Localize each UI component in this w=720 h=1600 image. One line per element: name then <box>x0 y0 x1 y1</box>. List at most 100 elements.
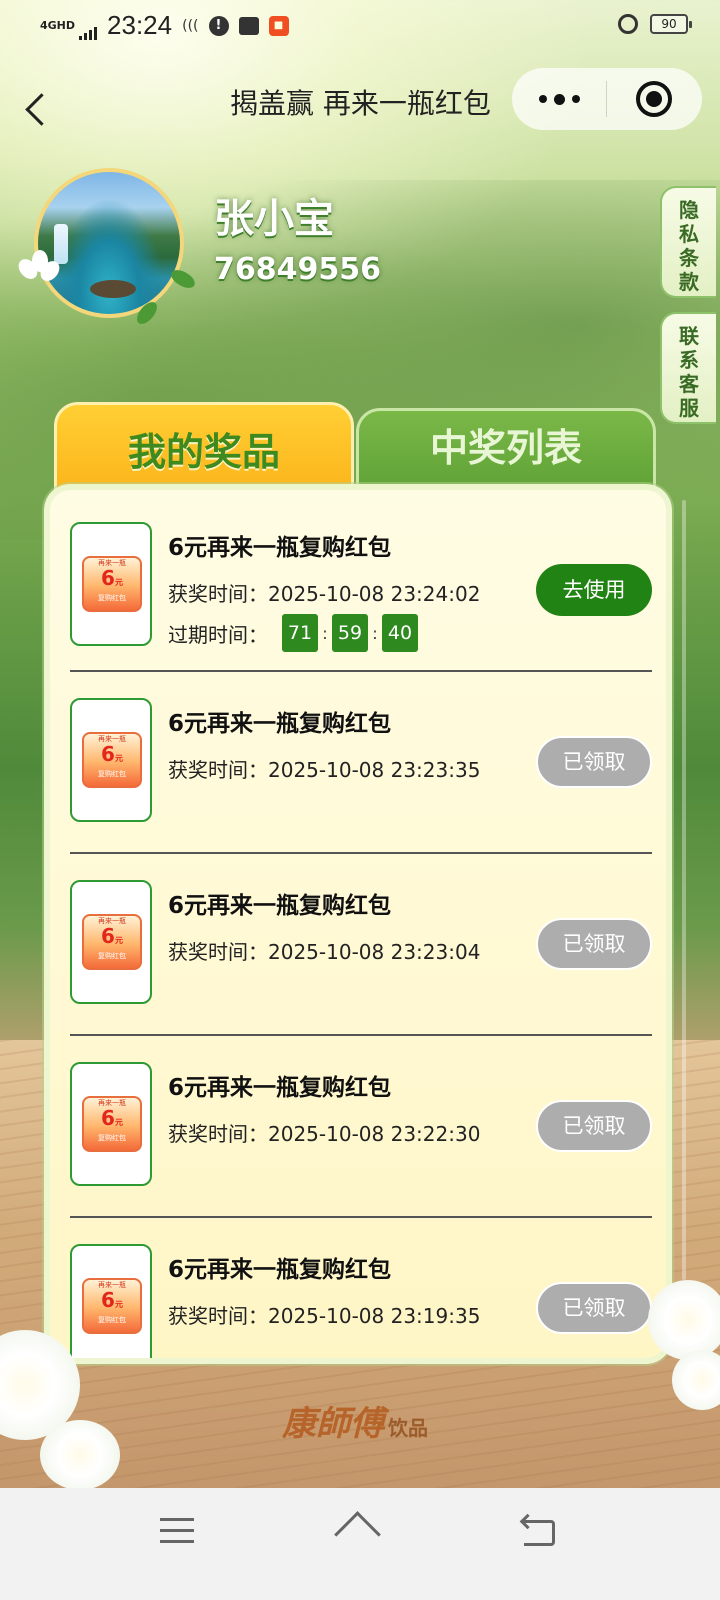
prize-item: 再来一瓶 6元 复购红包 6元再来一瓶复购红包 获奖时间：2025-10-08 … <box>70 672 652 854</box>
brand-logo: 康師傅 饮品 <box>282 1396 428 1445</box>
side-tab-char: 服 <box>679 396 699 420</box>
avatar <box>34 168 184 318</box>
time-value: 2025-10-08 23:22:30 <box>268 1122 481 1146</box>
coupon-unit: 元 <box>114 936 123 945</box>
side-tab-char: 款 <box>679 270 699 294</box>
jasmine-flower-icon <box>40 1420 120 1490</box>
side-tab-char: 客 <box>679 372 699 396</box>
claimed-button[interactable]: 已领取 <box>536 1100 652 1152</box>
prize-item: 再来一瓶 6元 复购红包 6元再来一瓶复购红包 获奖时间：2025-10-08 … <box>70 1036 652 1218</box>
jasmine-flower-icon <box>648 1280 720 1360</box>
coupon-unit: 元 <box>114 754 123 763</box>
prize-time: 获奖时间：2025-10-08 23:23:35 <box>168 754 480 783</box>
red-packet-coupon-icon: 再来一瓶 6元 复购红包 <box>82 1278 142 1334</box>
target-close-icon <box>636 81 672 117</box>
prize-item: 再来一瓶 6元 复购红包 6元再来一瓶复购红包 获奖时间：2025-10-08 … <box>70 1218 652 1358</box>
prize-item: 再来一瓶 6元 复购红包 6元再来一瓶复购红包 获奖时间：2025-10-08 … <box>70 854 652 1036</box>
back-icon[interactable] <box>520 1514 560 1546</box>
claimed-button[interactable]: 已领取 <box>536 1282 652 1334</box>
prize-thumbnail: 再来一瓶 6元 复购红包 <box>70 698 152 822</box>
time-value: 2025-10-08 23:24:02 <box>268 582 481 606</box>
red-packet-coupon-icon: 再来一瓶 6元 复购红包 <box>82 914 142 970</box>
coupon-bottom-text: 复购红包 <box>98 770 126 778</box>
alert-icon: ! <box>208 15 229 36</box>
signal-icon <box>79 26 98 40</box>
back-button[interactable] <box>18 88 62 132</box>
wifi-call-icon: ((( <box>182 17 199 34</box>
side-tab-char: 联 <box>679 324 699 348</box>
coupon-amount: 6 <box>101 1288 115 1312</box>
countdown-minutes: 59 <box>332 614 368 652</box>
red-packet-coupon-icon: 再来一瓶 6元 复购红包 <box>82 732 142 788</box>
time-label: 获奖时间： <box>168 1304 268 1328</box>
coupon-bottom-text: 复购红包 <box>98 1316 126 1324</box>
user-name: 张小宝 <box>214 196 334 242</box>
privacy-policy-tab[interactable]: 隐 私 条 款 <box>660 186 716 298</box>
prize-list-panel[interactable]: 再来一瓶 6元 复购红包 6元再来一瓶复购红包 获奖时间：2025-10-08 … <box>44 484 672 1364</box>
mini-program-capsule <box>512 68 702 130</box>
side-tab-char: 私 <box>679 222 699 246</box>
time-label: 获奖时间： <box>168 758 268 782</box>
app-icon: ■ <box>268 15 289 36</box>
clock: 23:24 <box>107 10 173 40</box>
claimed-button[interactable]: 已领取 <box>536 736 652 788</box>
menu-icon[interactable] <box>160 1516 196 1546</box>
network-type: 4GHD <box>40 19 76 32</box>
system-navigation-bar <box>0 1488 720 1600</box>
mail-icon <box>238 16 259 35</box>
coupon-unit: 元 <box>114 1118 123 1127</box>
expiry-label: 过期时间： <box>168 622 268 647</box>
claimed-button[interactable]: 已领取 <box>536 918 652 970</box>
close-mini-program-button[interactable] <box>607 68 701 130</box>
user-id: 76849556 <box>214 252 381 287</box>
use-button[interactable]: 去使用 <box>536 564 652 616</box>
prize-thumbnail: 再来一瓶 6元 复购红包 <box>70 1244 152 1358</box>
prize-time: 获奖时间：2025-10-08 23:23:04 <box>168 936 480 965</box>
status-bar: 4GHD 23:24 ((( ! ■ 90 <box>0 0 720 56</box>
time-label: 获奖时间： <box>168 1122 268 1146</box>
scrollbar[interactable] <box>682 500 686 1280</box>
prize-thumbnail: 再来一瓶 6元 复购红包 <box>70 522 152 646</box>
alarm-icon <box>618 14 638 34</box>
prize-time: 获奖时间：2025-10-08 23:22:30 <box>168 1118 480 1147</box>
prize-time: 获奖时间：2025-10-08 23:19:35 <box>168 1300 480 1329</box>
countdown-seconds: 40 <box>382 614 418 652</box>
brand-name: 康師傅 <box>282 1404 384 1444</box>
brand-sub: 饮品 <box>388 1416 428 1440</box>
countdown-separator: : <box>372 623 378 643</box>
coupon-bottom-text: 复购红包 <box>98 594 126 602</box>
prize-item: 再来一瓶 6元 复购红包 6元再来一瓶复购红包 获奖时间：2025-10-08 … <box>70 490 652 672</box>
time-label: 获奖时间： <box>168 940 268 964</box>
more-dots-icon[interactable] <box>512 68 606 130</box>
coupon-amount: 6 <box>101 742 115 766</box>
side-tab-char: 系 <box>679 348 699 372</box>
coupon-amount: 6 <box>101 924 115 948</box>
prize-title: 6元再来一瓶复购红包 <box>168 1257 392 1283</box>
coupon-amount: 6 <box>101 566 115 590</box>
side-tab-char: 条 <box>679 246 699 270</box>
red-packet-coupon-icon: 再来一瓶 6元 复购红包 <box>82 556 142 612</box>
coupon-unit: 元 <box>114 578 123 587</box>
prize-thumbnail: 再来一瓶 6元 复购红包 <box>70 880 152 1004</box>
prize-title: 6元再来一瓶复购红包 <box>168 893 392 919</box>
battery-icon: 90 <box>650 14 692 34</box>
side-tab-char: 隐 <box>679 198 699 222</box>
countdown-separator: : <box>322 623 328 643</box>
prize-title: 6元再来一瓶复购红包 <box>168 711 392 737</box>
coupon-amount: 6 <box>101 1106 115 1130</box>
home-icon[interactable] <box>332 1510 382 1550</box>
coupon-bottom-text: 复购红包 <box>98 952 126 960</box>
time-label: 获奖时间： <box>168 582 268 606</box>
coupon-unit: 元 <box>114 1300 123 1309</box>
coupon-bottom-text: 复购红包 <box>98 1134 126 1142</box>
prize-time: 获奖时间：2025-10-08 23:24:02 <box>168 578 480 607</box>
contact-service-tab[interactable]: 联 系 客 服 <box>660 312 716 424</box>
flower-decoration-icon <box>14 250 64 290</box>
time-value: 2025-10-08 23:23:35 <box>268 758 481 782</box>
expiry-countdown: 过期时间： 71 : 59 : 40 <box>168 614 418 652</box>
prize-title: 6元再来一瓶复购红包 <box>168 1075 392 1101</box>
avatar-rock <box>90 280 136 298</box>
red-packet-coupon-icon: 再来一瓶 6元 复购红包 <box>82 1096 142 1152</box>
page-title: 揭盖赢 再来一瓶红包 <box>230 87 491 120</box>
prize-title: 6元再来一瓶复购红包 <box>168 535 392 561</box>
